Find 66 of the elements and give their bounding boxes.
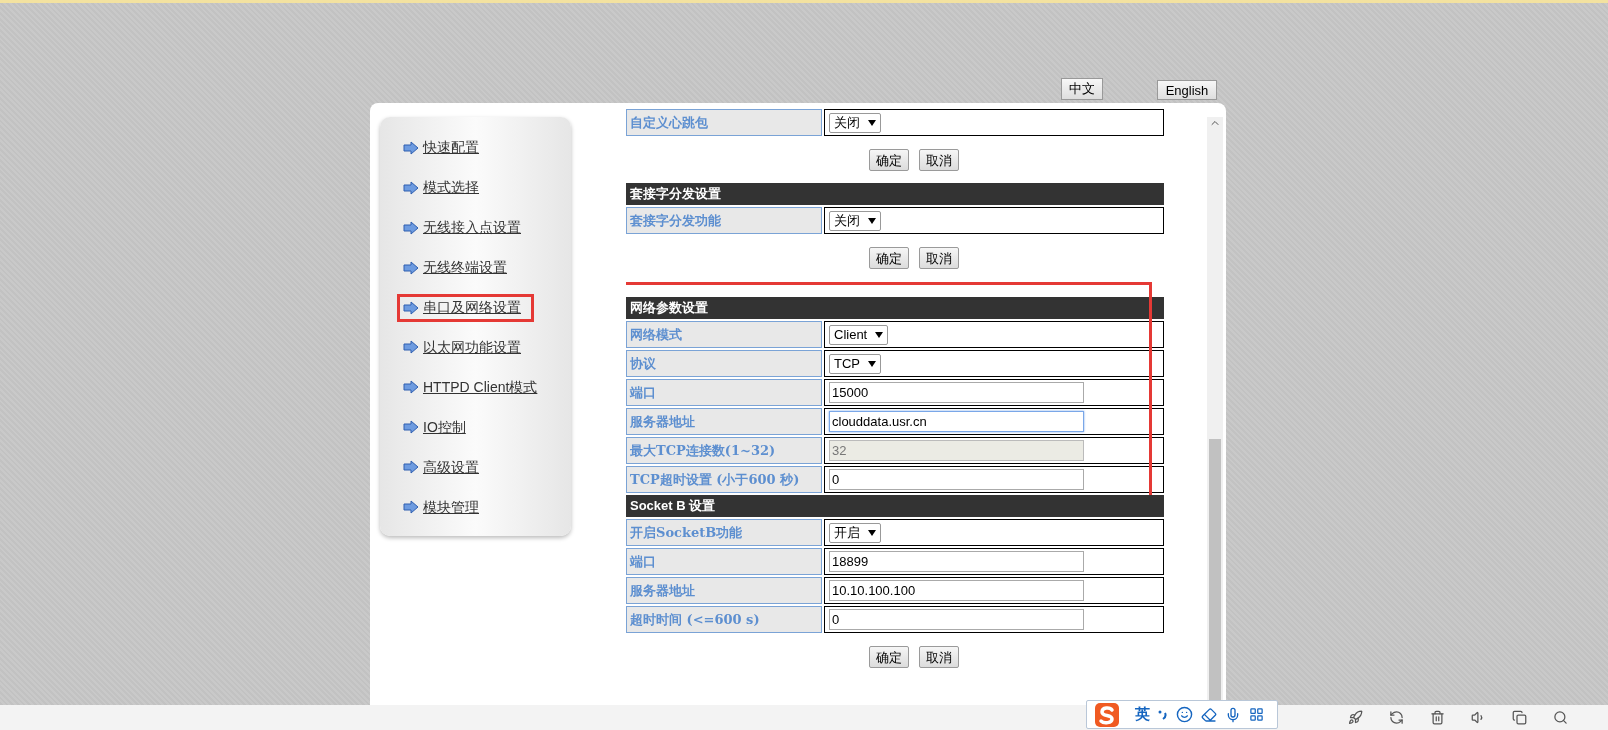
caret-icon [868,217,876,224]
caret-icon [875,331,884,338]
sidebar-item[interactable]: 串口及网络设置 [400,296,531,319]
field-label: 协议 [626,350,822,377]
arrow-icon [403,180,419,195]
form-button[interactable]: 确定 [869,149,909,171]
arrow-icon [403,420,419,435]
field-label: 套接字分发功能 [626,207,822,234]
dropdown[interactable]: 关闭 [829,210,881,231]
input-field[interactable]: 15000 [829,382,1084,403]
language-button[interactable]: English [1157,80,1217,100]
field-label: 服务器地址 [626,408,822,435]
dropdown[interactable]: Client [829,324,889,345]
form-button[interactable]: 取消 [919,247,959,269]
section-header: Socket B 设置 [626,495,1164,517]
caret-icon [868,360,876,367]
sidebar-item[interactable]: 模块管理 [400,496,489,519]
dropdown[interactable]: 关闭 [829,112,881,133]
input-mode[interactable]: 英 [1135,703,1150,726]
field-label: 最大TCP连接数(1~32) [626,437,822,464]
language-button[interactable]: 中文 [1061,78,1103,100]
window-icon[interactable] [1512,710,1527,725]
input-field[interactable]: clouddata.usr.cn [829,411,1084,432]
search-icon[interactable] [1553,710,1568,725]
grid-icon[interactable] [1249,707,1264,722]
input-field[interactable]: 18899 [829,551,1084,572]
arrow-icon [403,220,419,235]
field-label: 服务器地址 [626,577,822,604]
arrow-icon [403,380,419,395]
emoji-icon[interactable] [1176,706,1193,723]
form-button[interactable]: 确定 [869,247,909,269]
arrow-icon [403,460,419,475]
field-label: 开启SocketB功能 [626,519,822,546]
input-field[interactable]: 10.10.100.100 [829,580,1084,601]
pen-icon[interactable] [1201,706,1217,723]
field-label: TCP超时设置 (小于600 秒) [626,466,822,493]
form-button[interactable]: 取消 [919,149,959,171]
form-button[interactable]: 确定 [869,646,909,668]
arrow-icon [403,260,419,275]
field-label: 超时时间 (<=600 s) [626,606,822,633]
scroll-thumb[interactable] [1209,439,1221,701]
field-label: 端口 [626,548,822,575]
field-label: 网络模式 [626,321,822,348]
section-header: 网络参数设置 [626,297,1164,319]
rocket-icon[interactable] [1348,710,1363,725]
arrow-icon [403,500,419,515]
trash-icon[interactable] [1430,710,1445,725]
field-label: 自定义心跳包 [626,109,822,136]
caret-icon [868,529,876,536]
sidebar-item[interactable]: 快速配置 [400,137,489,159]
arrow-icon [403,140,419,155]
input-field[interactable]: 0 [829,469,1084,490]
refresh-icon[interactable] [1389,710,1404,725]
dropdown[interactable]: 开启 [829,522,881,543]
dropdown[interactable]: TCP [829,353,881,374]
microphone-icon[interactable] [1225,706,1241,723]
punctuation-icon[interactable] [1158,708,1168,721]
arrow-icon [403,340,419,355]
caret-icon [868,119,876,126]
input-field[interactable]: 0 [829,609,1084,630]
form-button[interactable]: 取消 [919,646,959,668]
sidebar-item[interactable]: HTTPD Client模式 [400,376,548,399]
section-header: 套接字分发设置 [626,183,1164,205]
arrow-icon [403,300,419,315]
field-label: 端口 [626,379,822,406]
scrollbar[interactable] [1207,117,1223,703]
